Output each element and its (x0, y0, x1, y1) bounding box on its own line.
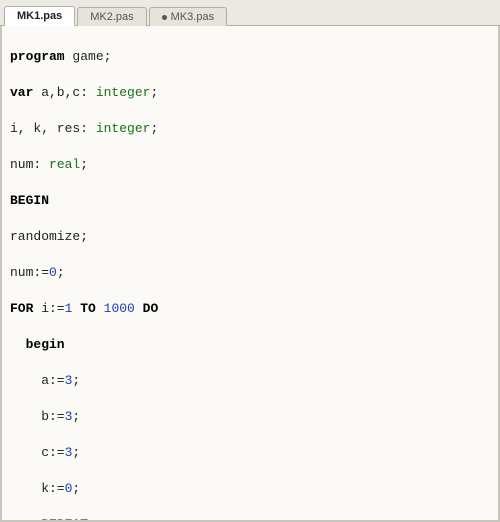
code-line: c:=3; (10, 444, 490, 462)
tab-mk2[interactable]: MK2.pas (77, 7, 146, 26)
code-line: REPEAT (10, 516, 490, 522)
modified-dot-icon (162, 15, 167, 20)
tab-mk1[interactable]: MK1.pas (4, 6, 75, 26)
code-line: FOR i:=1 TO 1000 DO (10, 300, 490, 318)
code-line: randomize; (10, 228, 490, 246)
tab-bar: MK1.pas MK2.pas MK3.pas (0, 0, 500, 26)
tab-label: MK3.pas (171, 11, 214, 23)
code-line: num:=0; (10, 264, 490, 282)
code-line: BEGIN (10, 192, 490, 210)
code-line: var a,b,c: integer; (10, 84, 490, 102)
code-line: k:=0; (10, 480, 490, 498)
code-line: i, k, res: integer; (10, 120, 490, 138)
code-line: a:=3; (10, 372, 490, 390)
code-line: program game; (10, 48, 490, 66)
code-editor[interactable]: program game; var a,b,c: integer; i, k, … (0, 26, 500, 522)
code-line: num: real; (10, 156, 490, 174)
code-line: begin (10, 336, 490, 354)
tab-label: MK2.pas (90, 11, 133, 23)
tab-mk3[interactable]: MK3.pas (149, 7, 227, 26)
code-line: b:=3; (10, 408, 490, 426)
tab-label: MK1.pas (17, 10, 62, 22)
